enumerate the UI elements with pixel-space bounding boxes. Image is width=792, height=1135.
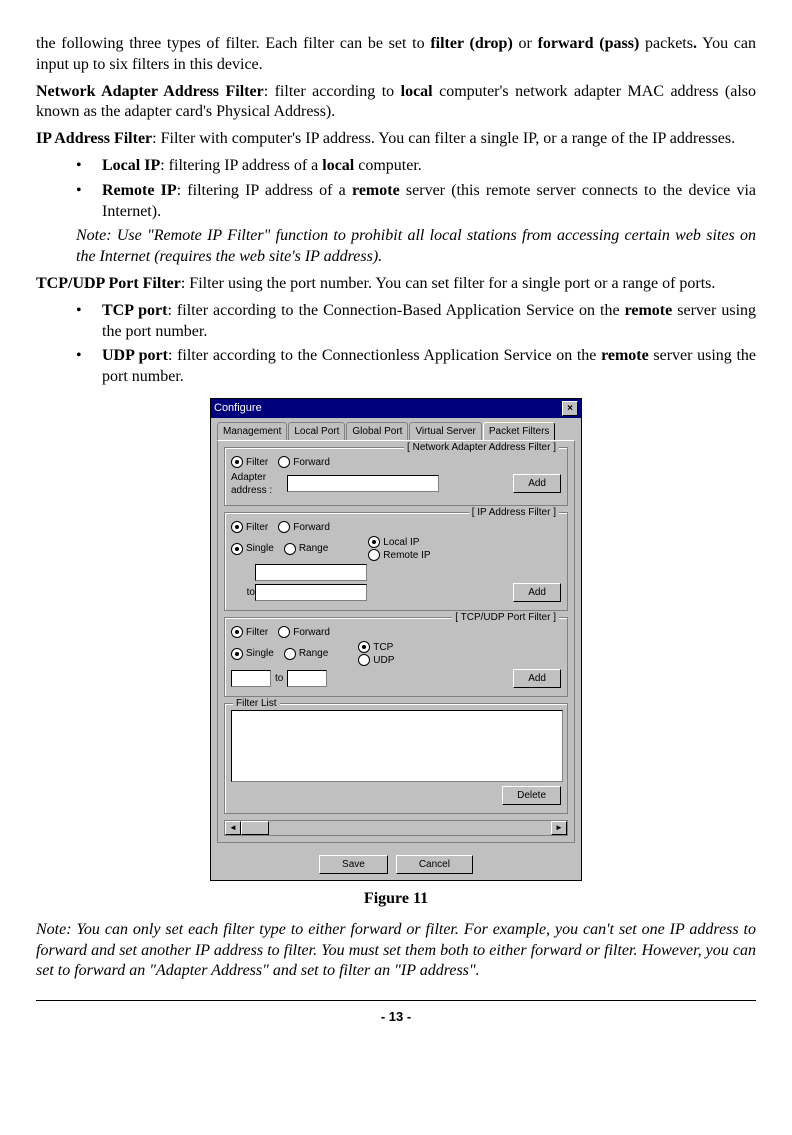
port-to-input[interactable] [287,670,327,687]
radio-udp[interactable]: UDP [358,654,394,667]
radio-range-port[interactable]: Range [284,647,328,660]
adapter-address-input[interactable] [287,475,439,492]
radio-forward-2[interactable]: Forward [278,521,330,534]
radio-remote-ip[interactable]: Remote IP [368,549,430,562]
tab-local-port[interactable]: Local Port [288,422,345,440]
scroll-thumb[interactable] [241,821,269,835]
note-filter-types: Note: You can only set each filter type … [36,920,756,982]
radio-tcp[interactable]: TCP [358,641,394,654]
radio-local-ip[interactable]: Local IP [368,536,430,549]
radio-single-port[interactable]: Single [231,647,274,660]
ipf-paragraph: IP Address Filter: Filter with computer'… [36,129,756,150]
page-footer: - 13 - [36,1000,756,1026]
ip-to-input[interactable] [255,584,367,601]
radio-filter-2[interactable]: Filter [231,521,268,534]
tab-virtual-server[interactable]: Virtual Server [409,422,481,440]
group-label: [ Network Adapter Address Filter ] [404,441,559,454]
group-filter-list: Filter List Delete [224,703,568,814]
dialog-title: Configure [214,401,562,415]
figure-11: Configure × Management Local Port Global… [36,398,756,881]
horizontal-scrollbar[interactable]: ◄ ► [224,820,568,836]
tab-strip: Management Local Port Global Port Virtua… [211,418,581,440]
radio-forward-3[interactable]: Forward [278,626,330,639]
bullet-local-ip: • Local IP: filtering IP address of a lo… [76,156,756,177]
note-remote-ip: Note: Use "Remote IP Filter" function to… [76,226,756,268]
port-from-input[interactable] [231,670,271,687]
radio-single-ip[interactable]: Single [231,542,274,555]
scroll-left-icon[interactable]: ◄ [225,821,241,835]
filter-listbox[interactable] [231,710,563,782]
ip-from-input[interactable] [255,564,367,581]
radio-forward-1[interactable]: Forward [278,456,330,469]
naf-paragraph: Network Adapter Address Filter: filter a… [36,82,756,124]
tab-management[interactable]: Management [217,422,287,440]
adapter-address-label: Adapter address : [231,471,287,497]
delete-button[interactable]: Delete [502,786,561,805]
tab-packet-filters[interactable]: Packet Filters [483,422,556,440]
add-button-3[interactable]: Add [513,669,561,688]
radio-filter-3[interactable]: Filter [231,626,268,639]
page-number: - 13 - [381,1009,411,1024]
cancel-button[interactable]: Cancel [396,855,473,874]
tab-global-port[interactable]: Global Port [346,422,408,440]
bullet-remote-ip: • Remote IP: filtering IP address of a r… [76,181,756,223]
tpf-paragraph: TCP/UDP Port Filter: Filter using the po… [36,274,756,295]
radio-filter-1[interactable]: Filter [231,456,268,469]
bullet-udp-port: • UDP port: filter according to the Conn… [76,346,756,388]
to-label: to [231,586,255,599]
dialog-titlebar[interactable]: Configure × [211,399,581,418]
add-button-1[interactable]: Add [513,474,561,493]
bullet-tcp-port: • TCP port: filter according to the Conn… [76,301,756,343]
intro-paragraph: the following three types of filter. Eac… [36,34,756,76]
radio-range-ip[interactable]: Range [284,542,328,555]
group-network-adapter: [ Network Adapter Address Filter ] Filte… [224,447,568,506]
group-tcp-udp: [ TCP/UDP Port Filter ] Filter Forward S… [224,617,568,697]
close-icon[interactable]: × [562,401,578,416]
configure-dialog: Configure × Management Local Port Global… [210,398,582,881]
figure-label: Figure 11 [36,889,756,910]
group-label: [ IP Address Filter ] [469,506,559,519]
group-label: [ TCP/UDP Port Filter ] [452,611,559,624]
add-button-2[interactable]: Add [513,583,561,602]
scroll-right-icon[interactable]: ► [551,821,567,835]
filter-list-label: Filter List [233,697,280,710]
group-ip-address: [ IP Address Filter ] Filter Forward Sin… [224,512,568,611]
to-label: to [275,672,283,685]
save-button[interactable]: Save [319,855,388,874]
